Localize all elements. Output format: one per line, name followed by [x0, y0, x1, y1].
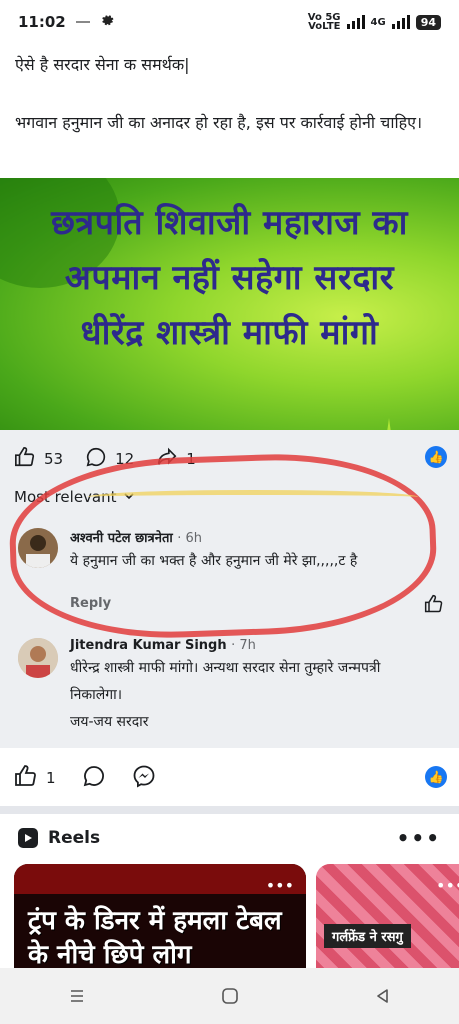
reel-title: ट्रंप के डिनर में हमला टेबल के नीचे छिपे…	[28, 906, 282, 970]
signal-icon-2	[391, 15, 410, 29]
back-icon	[376, 989, 388, 1003]
thumbs-up-icon	[14, 764, 38, 792]
signal-icon	[346, 15, 365, 29]
home-button[interactable]	[210, 976, 250, 1016]
banner-line-2: अपमान नहीं सहेगा सरदार	[64, 258, 395, 298]
reel-card[interactable]: ••• ट्रंप के डिनर में हमला टेबल के नीचे …	[14, 864, 306, 974]
navigation-bar	[0, 968, 459, 1024]
reel-caption: गर्लफ्रेंड ने रसगु	[324, 924, 411, 948]
comment-button[interactable]	[82, 764, 106, 792]
comment-text: धीरेन्द्र शास्त्री माफी मांगो। अन्यथा सर…	[70, 660, 381, 703]
post-image[interactable]: छत्रपति शिवाजी महाराज का अपमान नहीं सहेग…	[0, 178, 459, 430]
status-bar: 11:02 Vo 5G VoLTE 4G 94	[0, 0, 459, 44]
reels-header: Reels •••	[18, 826, 441, 850]
reel-more-icon[interactable]: •••	[436, 876, 459, 895]
status-time: 11:02	[18, 13, 66, 31]
comment-item: Jitendra Kumar Singh · 7h धीरेन्द्र शास्…	[18, 638, 438, 738]
like-reaction-icon: 👍	[425, 766, 447, 788]
thumbs-up-icon[interactable]	[424, 594, 444, 618]
recent-apps-button[interactable]	[57, 976, 97, 1016]
messenger-icon	[132, 764, 156, 792]
reel-top-band	[14, 864, 306, 894]
thumbs-up-icon	[14, 446, 36, 472]
avatar[interactable]	[18, 638, 58, 678]
menu-icon	[70, 990, 83, 1002]
post-action-bar: 1	[14, 760, 445, 796]
section-divider	[0, 806, 459, 814]
banner-line-1: छत्रपति शिवाजी महाराज का	[51, 203, 408, 243]
post-line-1: ऐसे है सरदार सेना क समर्थक|	[15, 55, 190, 74]
back-button[interactable]	[363, 976, 403, 1016]
reels-icon	[18, 828, 38, 848]
comment-time: · 7h	[231, 638, 256, 653]
comment-author-name: Jitendra Kumar Singh	[70, 638, 227, 653]
like-count: 53	[44, 450, 64, 468]
status-dash	[75, 21, 90, 23]
like-button[interactable]: 1	[14, 764, 56, 792]
network-sub-label: VoLTE	[308, 21, 341, 32]
reel-more-icon[interactable]: •••	[266, 876, 294, 895]
comment-bubble-icon	[82, 764, 106, 792]
more-options-button[interactable]: •••	[397, 826, 441, 850]
yellow-highlight-stroke	[88, 490, 418, 504]
comment-text-line-2: जय-जय सरदार	[70, 714, 149, 730]
like-reaction-icon: 👍	[425, 446, 447, 468]
messenger-button[interactable]	[132, 764, 156, 792]
comment-author[interactable]: Jitendra Kumar Singh · 7h	[70, 638, 430, 653]
like-count-button[interactable]: 53	[14, 446, 63, 472]
banner-line-3: धीरेंद्र शास्त्री माफी मांगो	[80, 313, 379, 353]
reels-title: Reels	[48, 828, 101, 848]
battery-indicator: 94	[415, 14, 441, 30]
gear-icon	[100, 13, 114, 31]
reel-card[interactable]: ••• गर्लफ्रेंड ने रसगु	[316, 864, 459, 974]
post-line-2: भगवान हनुमान जी का अनादर हो रहा है, इस प…	[15, 113, 423, 132]
banner-text: छत्रपति शिवाजी महाराज का अपमान नहीं सहेग…	[0, 196, 459, 361]
post-text: ऐसे है सरदार सेना क समर्थक| भगवान हनुमान…	[15, 50, 445, 166]
network-2-label: 4G	[370, 16, 386, 28]
home-icon	[221, 988, 238, 1004]
like-count: 1	[46, 769, 56, 787]
sparkle-icon	[387, 418, 391, 430]
